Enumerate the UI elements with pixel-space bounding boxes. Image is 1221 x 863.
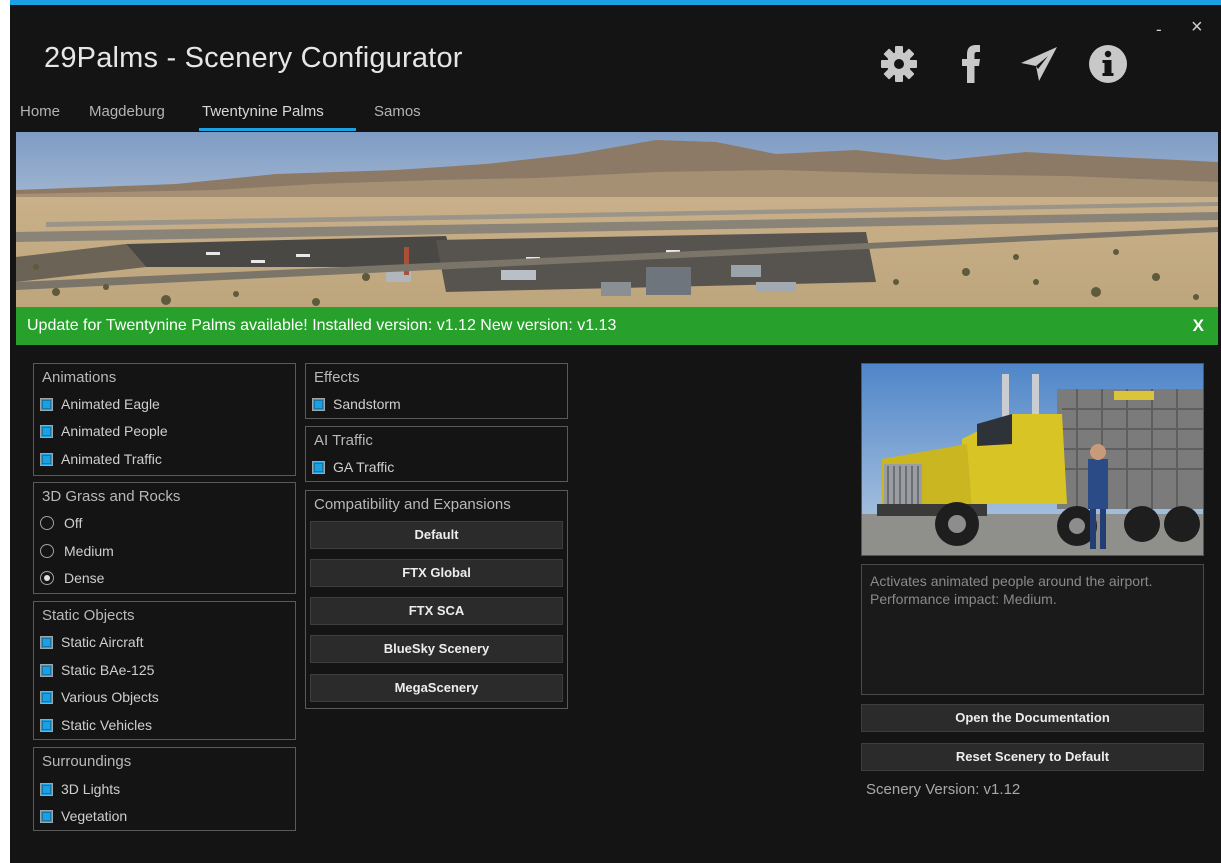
- option-label: Static Vehicles: [61, 717, 153, 733]
- option-label: 3D Lights: [61, 781, 121, 797]
- radio-unselected-icon[interactable]: [40, 544, 54, 558]
- group-title: 3D Grass and Rocks: [42, 488, 181, 505]
- static-objects-group: Static Objects Static Aircraft Static BA…: [33, 601, 296, 740]
- update-notification-bar: Update for Twentynine Palms available! I…: [16, 307, 1218, 345]
- checkbox-static-vehicles[interactable]: Static Vehicles: [40, 715, 152, 735]
- checkbox-checked-icon[interactable]: [312, 397, 325, 411]
- checkbox-checked-icon[interactable]: [40, 452, 53, 466]
- open-documentation-button[interactable]: Open the Documentation: [861, 704, 1204, 732]
- option-label: Animated Eagle: [61, 396, 160, 412]
- bluesky-scenery-button[interactable]: BlueSky Scenery: [310, 635, 563, 663]
- gear-icon[interactable]: [878, 43, 920, 85]
- default-button[interactable]: Default: [310, 521, 563, 549]
- radio-dense[interactable]: Dense: [40, 568, 104, 588]
- option-label: Animated People: [61, 423, 168, 439]
- checkbox-static-bae125[interactable]: Static BAe-125: [40, 660, 154, 680]
- banner-image: [16, 132, 1218, 307]
- preview-image: [861, 363, 1204, 556]
- option-label: Vegetation: [61, 808, 128, 824]
- group-title: Surroundings: [42, 753, 132, 770]
- checkbox-checked-icon[interactable]: [40, 718, 53, 732]
- close-button[interactable]: ×: [1191, 17, 1203, 37]
- info-icon[interactable]: [1087, 43, 1129, 85]
- tab-twentynine-palms[interactable]: Twentynine Palms: [202, 103, 324, 120]
- minimize-button[interactable]: -: [1156, 21, 1162, 38]
- tab-samos[interactable]: Samos: [374, 103, 421, 120]
- checkbox-checked-icon[interactable]: [312, 460, 325, 474]
- group-title: Animations: [42, 369, 117, 386]
- checkbox-checked-icon[interactable]: [40, 397, 53, 411]
- facebook-icon[interactable]: [949, 43, 991, 85]
- option-label: Off: [64, 515, 83, 531]
- update-message: Update for Twentynine Palms available! I…: [27, 317, 617, 334]
- checkbox-animated-eagle[interactable]: Animated Eagle: [40, 394, 160, 414]
- reset-scenery-button[interactable]: Reset Scenery to Default: [861, 743, 1204, 771]
- checkbox-sandstorm[interactable]: Sandstorm: [312, 394, 401, 414]
- radio-unselected-icon[interactable]: [40, 516, 54, 530]
- tab-home[interactable]: Home: [20, 103, 60, 120]
- description-box: Activates animated people around the air…: [861, 564, 1204, 695]
- ai-traffic-group: AI Traffic GA Traffic: [305, 426, 568, 482]
- grass-rocks-group: 3D Grass and Rocks Off Medium Dense: [33, 482, 296, 594]
- radio-off[interactable]: Off: [40, 513, 82, 533]
- checkbox-checked-icon[interactable]: [40, 424, 53, 438]
- megascenery-button[interactable]: MegaScenery: [310, 674, 563, 702]
- group-title: Static Objects: [42, 607, 135, 624]
- checkbox-checked-icon[interactable]: [40, 782, 53, 796]
- effects-group: Effects Sandstorm: [305, 363, 568, 419]
- checkbox-checked-icon[interactable]: [40, 690, 53, 704]
- radio-medium[interactable]: Medium: [40, 541, 114, 561]
- checkbox-vegetation[interactable]: Vegetation: [40, 806, 127, 826]
- option-label: GA Traffic: [333, 459, 395, 475]
- active-tab-indicator: [199, 128, 356, 131]
- paper-plane-icon[interactable]: [1018, 43, 1060, 85]
- option-label: Animated Traffic: [61, 451, 162, 467]
- checkbox-static-aircraft[interactable]: Static Aircraft: [40, 632, 143, 652]
- group-title: Effects: [314, 369, 360, 386]
- configurator-window: - × 29Palms - Scenery Configurator Home …: [10, 0, 1221, 863]
- option-label: Static Aircraft: [61, 634, 144, 650]
- option-label: Medium: [64, 543, 114, 559]
- group-title: Compatibility and Expansions: [314, 496, 511, 513]
- compatibility-group: Compatibility and Expansions Default FTX…: [305, 490, 568, 709]
- checkbox-3d-lights[interactable]: 3D Lights: [40, 779, 120, 799]
- animations-group: Animations Animated Eagle Animated Peopl…: [33, 363, 296, 476]
- checkbox-ga-traffic[interactable]: GA Traffic: [312, 457, 394, 477]
- checkbox-checked-icon[interactable]: [40, 809, 53, 823]
- ftx-sca-button[interactable]: FTX SCA: [310, 597, 563, 625]
- tab-magdeburg[interactable]: Magdeburg: [89, 103, 165, 120]
- app-title: 29Palms - Scenery Configurator: [44, 42, 463, 74]
- option-label: Static BAe-125: [61, 662, 155, 678]
- surroundings-group: Surroundings 3D Lights Vegetation: [33, 747, 296, 831]
- checkbox-animated-people[interactable]: Animated People: [40, 421, 168, 441]
- checkbox-animated-traffic[interactable]: Animated Traffic: [40, 449, 162, 469]
- option-label: Dense: [64, 570, 105, 586]
- option-label: Sandstorm: [333, 396, 401, 412]
- dismiss-update-button[interactable]: X: [1193, 316, 1204, 336]
- radio-selected-icon[interactable]: [40, 571, 54, 585]
- checkbox-checked-icon[interactable]: [40, 635, 53, 649]
- option-label: Various Objects: [61, 689, 159, 705]
- ftx-global-button[interactable]: FTX Global: [310, 559, 563, 587]
- group-title: AI Traffic: [314, 432, 373, 449]
- scenery-version: Scenery Version: v1.12: [866, 781, 1021, 798]
- checkbox-checked-icon[interactable]: [40, 663, 53, 677]
- checkbox-various-objects[interactable]: Various Objects: [40, 687, 159, 707]
